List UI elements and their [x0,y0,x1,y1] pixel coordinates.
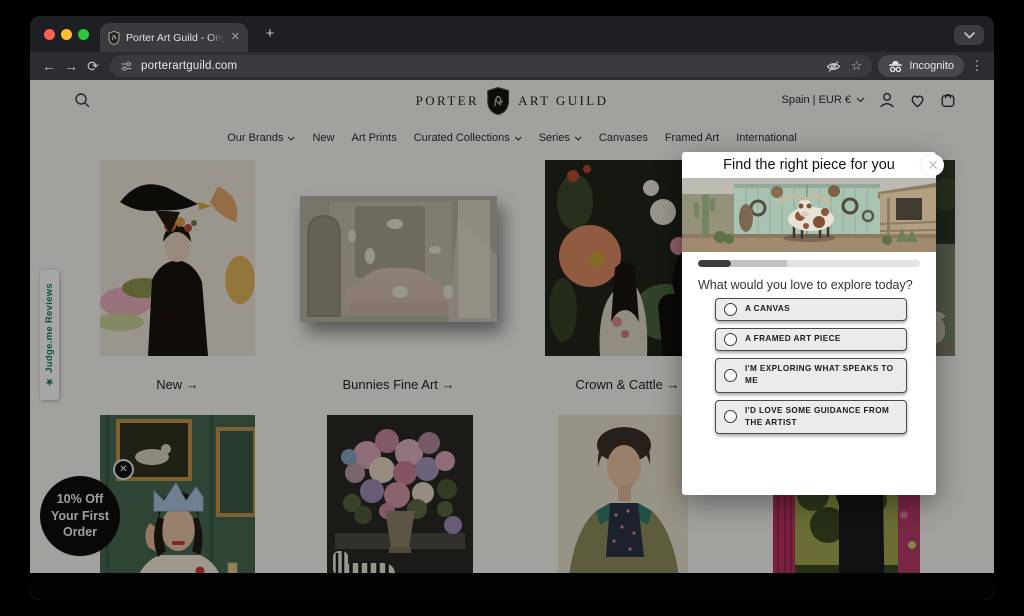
forward-button[interactable]: → [60,58,82,74]
option-guidance-from-artist[interactable]: I'D LOVE SOME GUIDANCE FROM THE ARTIST [715,400,907,435]
quiz-progress-bar [698,260,920,267]
address-bar[interactable]: porterartguild.com ☆ [110,55,872,77]
quiz-modal: ✕ Find the right piece for you [682,152,936,495]
browser-tab[interactable]: Porter Art Guild - Original Exc ✕ [100,23,248,52]
modal-close-button[interactable]: ✕ [922,154,944,176]
site-settings-icon[interactable] [120,60,133,73]
new-tab-button[interactable]: + [260,24,280,44]
browser-window: Porter Art Guild - Original Exc ✕ + ← → … [30,16,994,600]
radio-icon [724,303,737,316]
quiz-options: A CANVAS A FRAMED ART PIECE I'M EXPLORIN… [715,298,907,434]
tab-title: Porter Art Guild - Original Exc [126,32,225,44]
tab-strip: Porter Art Guild - Original Exc ✕ + [30,16,994,52]
option-a-canvas[interactable]: A CANVAS [715,298,907,321]
quiz-question: What would you love to explore today? [698,278,920,292]
back-button[interactable]: ← [38,58,60,74]
browser-menu-icon[interactable]: ⋮ [968,58,986,74]
url-text: porterartguild.com [141,60,237,72]
radio-icon [724,369,737,382]
window-chevron-button[interactable] [954,25,984,45]
omnibox-actions: ☆ [826,58,863,74]
incognito-icon [888,60,903,73]
page-viewport: PORTER ART GUILD Spain | EUR € Our Brand… [30,80,994,600]
window-controls [44,29,89,40]
bookmark-star-icon[interactable]: ☆ [851,58,863,74]
longhorn-barn-image [682,178,936,252]
eye-off-icon[interactable] [826,60,841,73]
incognito-label: Incognito [909,60,954,72]
maximize-window-button[interactable] [78,29,89,40]
browser-toolbar: ← → ⟳ porterartguild.com ☆ Incognito ⋮ [30,52,994,80]
radio-icon [724,333,737,346]
chevron-down-icon [964,32,975,39]
progress-current-segment [731,260,787,267]
incognito-badge: Incognito [878,55,964,77]
minimize-window-button[interactable] [61,29,72,40]
close-window-button[interactable] [44,29,55,40]
tab-close-icon[interactable]: ✕ [231,32,240,43]
radio-icon [724,410,737,423]
modal-title: Find the right piece for you [682,152,936,178]
favicon-crest-icon [108,31,120,45]
option-exploring[interactable]: I'M EXPLORING WHAT SPEAKS TO ME [715,358,907,393]
reload-button[interactable]: ⟳ [82,58,104,75]
progress-completed-segment [698,260,731,267]
option-framed-art-piece[interactable]: A FRAMED ART PIECE [715,328,907,351]
